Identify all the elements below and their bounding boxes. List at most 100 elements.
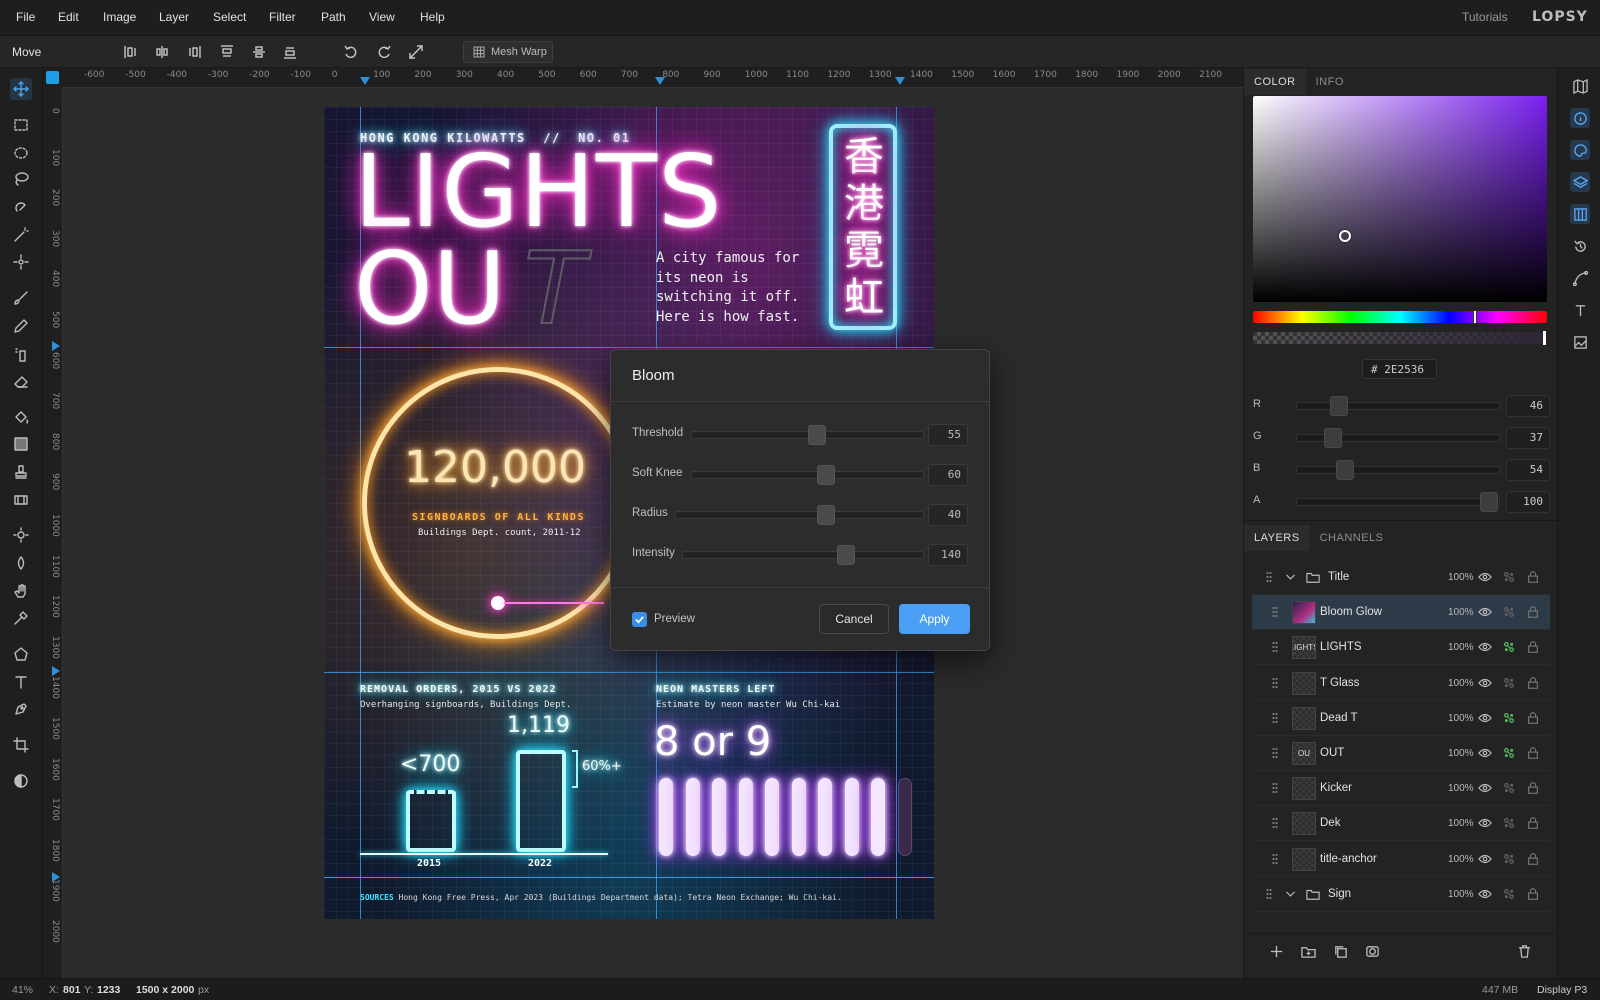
guide-marker[interactable] <box>655 77 665 85</box>
radius-knob[interactable] <box>817 505 835 525</box>
tutorials-link[interactable]: Tutorials <box>1462 10 1508 24</box>
fx-icon[interactable] <box>1502 887 1517 902</box>
fx-icon[interactable] <box>1502 640 1517 655</box>
radius-value[interactable]: 40 <box>928 504 968 526</box>
fx-icon[interactable] <box>1502 816 1517 831</box>
channel-g-value[interactable]: 37 <box>1506 427 1550 449</box>
channel-g-knob[interactable] <box>1324 428 1342 448</box>
layer-row[interactable]: OU OUT 100% <box>1252 736 1550 771</box>
duplicate-icon[interactable] <box>1330 941 1350 961</box>
channel-a-value[interactable]: 100 <box>1506 491 1550 513</box>
rotate-left-icon[interactable] <box>341 42 361 62</box>
cancel-button[interactable]: Cancel <box>819 604 889 634</box>
layer-opacity[interactable]: 100% <box>1448 889 1474 900</box>
chevron-down-icon[interactable] <box>1284 887 1297 903</box>
lock-icon[interactable] <box>1526 711 1541 726</box>
eraser-icon[interactable] <box>10 370 32 392</box>
menu-view[interactable]: View <box>369 10 395 24</box>
eyedropper-icon[interactable] <box>10 607 32 629</box>
eye-icon[interactable] <box>1478 570 1493 585</box>
layer-opacity[interactable]: 100% <box>1448 748 1474 759</box>
stamp-icon[interactable] <box>10 461 32 483</box>
soft-knee-value[interactable]: 60 <box>928 464 968 486</box>
hex-input[interactable]: # 2E2536 <box>1362 359 1437 379</box>
eye-icon[interactable] <box>1478 676 1493 691</box>
guide-marker[interactable] <box>52 666 60 676</box>
channel-b-knob[interactable] <box>1336 460 1354 480</box>
channel-b-track[interactable] <box>1296 466 1500 474</box>
lasso-icon[interactable] <box>10 168 32 190</box>
image-edit-icon[interactable] <box>1570 332 1590 352</box>
layer-opacity[interactable]: 100% <box>1448 642 1474 653</box>
drag-handle-icon[interactable] <box>1266 571 1272 584</box>
channel-r-knob[interactable] <box>1330 396 1348 416</box>
trash-icon[interactable] <box>1514 941 1534 961</box>
text-tool-icon[interactable] <box>10 671 32 693</box>
layer-opacity[interactable]: 100% <box>1448 572 1474 583</box>
map-icon[interactable] <box>1570 76 1590 96</box>
menu-image[interactable]: Image <box>103 10 136 24</box>
apply-button[interactable]: Apply <box>899 604 970 634</box>
threshold-value[interactable]: 55 <box>928 424 968 446</box>
guide-marker[interactable] <box>52 872 60 882</box>
film-icon[interactable] <box>10 489 32 511</box>
type-icon[interactable] <box>1570 300 1590 320</box>
gradient-icon[interactable] <box>10 433 32 455</box>
drag-handle-icon[interactable] <box>1272 817 1278 831</box>
hue-handle[interactable] <box>1473 310 1477 324</box>
soft-knee-track[interactable] <box>691 471 924 479</box>
fx-icon[interactable] <box>1502 605 1517 620</box>
lock-icon[interactable] <box>1526 746 1541 761</box>
layer-opacity[interactable]: 100% <box>1448 678 1474 689</box>
lock-icon[interactable] <box>1526 781 1541 796</box>
quick-select-icon[interactable] <box>10 251 32 273</box>
add-layer-icon[interactable] <box>1266 941 1286 961</box>
zoom-level[interactable]: 41% <box>12 984 33 996</box>
fx-icon[interactable] <box>1502 781 1517 796</box>
fx-icon[interactable] <box>1502 676 1517 691</box>
chevron-down-icon[interactable] <box>1284 570 1297 586</box>
layer-row[interactable]: Kicker 100% <box>1252 771 1550 807</box>
menu-file[interactable]: File <box>16 10 35 24</box>
channel-a-knob[interactable] <box>1480 492 1498 512</box>
history-icon[interactable] <box>1570 236 1590 256</box>
align-bottom-icon[interactable] <box>280 42 300 62</box>
eye-icon[interactable] <box>1478 781 1493 796</box>
eye-icon[interactable] <box>1478 852 1493 867</box>
layer-opacity[interactable]: 100% <box>1448 854 1474 865</box>
lock-icon[interactable] <box>1526 640 1541 655</box>
intensity-knob[interactable] <box>837 545 855 565</box>
mask-icon[interactable] <box>1362 941 1382 961</box>
layer-group-row[interactable]: Title 100% <box>1252 560 1550 595</box>
menu-edit[interactable]: Edit <box>58 10 79 24</box>
horizontal-ruler[interactable]: -600 -500 -400 -300 -200 -100 0 100 200 300 400 500… <box>63 68 1243 88</box>
pencil-icon[interactable] <box>10 315 32 337</box>
magnetic-lasso-icon[interactable] <box>10 196 32 218</box>
tab-color[interactable]: COLOR <box>1244 69 1306 95</box>
layer-row[interactable]: Dek 100% <box>1252 806 1550 842</box>
eye-icon[interactable] <box>1478 640 1493 655</box>
layer-row[interactable]: Bloom Glow 100% <box>1252 595 1550 631</box>
drag-handle-icon[interactable] <box>1266 887 1272 901</box>
lock-icon[interactable] <box>1526 852 1541 867</box>
eye-icon[interactable] <box>1478 887 1493 902</box>
menu-select[interactable]: Select <box>213 10 246 24</box>
vertical-ruler[interactable]: 0 100 200 300 400 500 600 700 800 900 1000 1100 1200… <box>43 88 63 978</box>
intensity-track[interactable] <box>682 551 924 559</box>
tab-channels[interactable]: CHANNELS <box>1310 525 1394 551</box>
rect-select-icon[interactable] <box>10 114 32 136</box>
dodge-icon[interactable] <box>10 524 32 546</box>
rotate-right-icon[interactable] <box>374 42 394 62</box>
layers-icon[interactable] <box>1570 172 1590 192</box>
align-middle-icon[interactable] <box>249 42 269 62</box>
guide-marker[interactable] <box>895 77 905 85</box>
layer-opacity[interactable]: 100% <box>1448 818 1474 829</box>
info-icon[interactable] <box>1570 108 1590 128</box>
columns-icon[interactable] <box>1570 204 1590 224</box>
guide-marker[interactable] <box>360 77 370 85</box>
brush-icon[interactable] <box>10 287 32 309</box>
expand-icon[interactable] <box>406 42 426 62</box>
preview-checkbox[interactable] <box>632 612 647 627</box>
drag-handle-icon[interactable] <box>1272 676 1278 690</box>
new-group-icon[interactable] <box>1298 941 1318 961</box>
